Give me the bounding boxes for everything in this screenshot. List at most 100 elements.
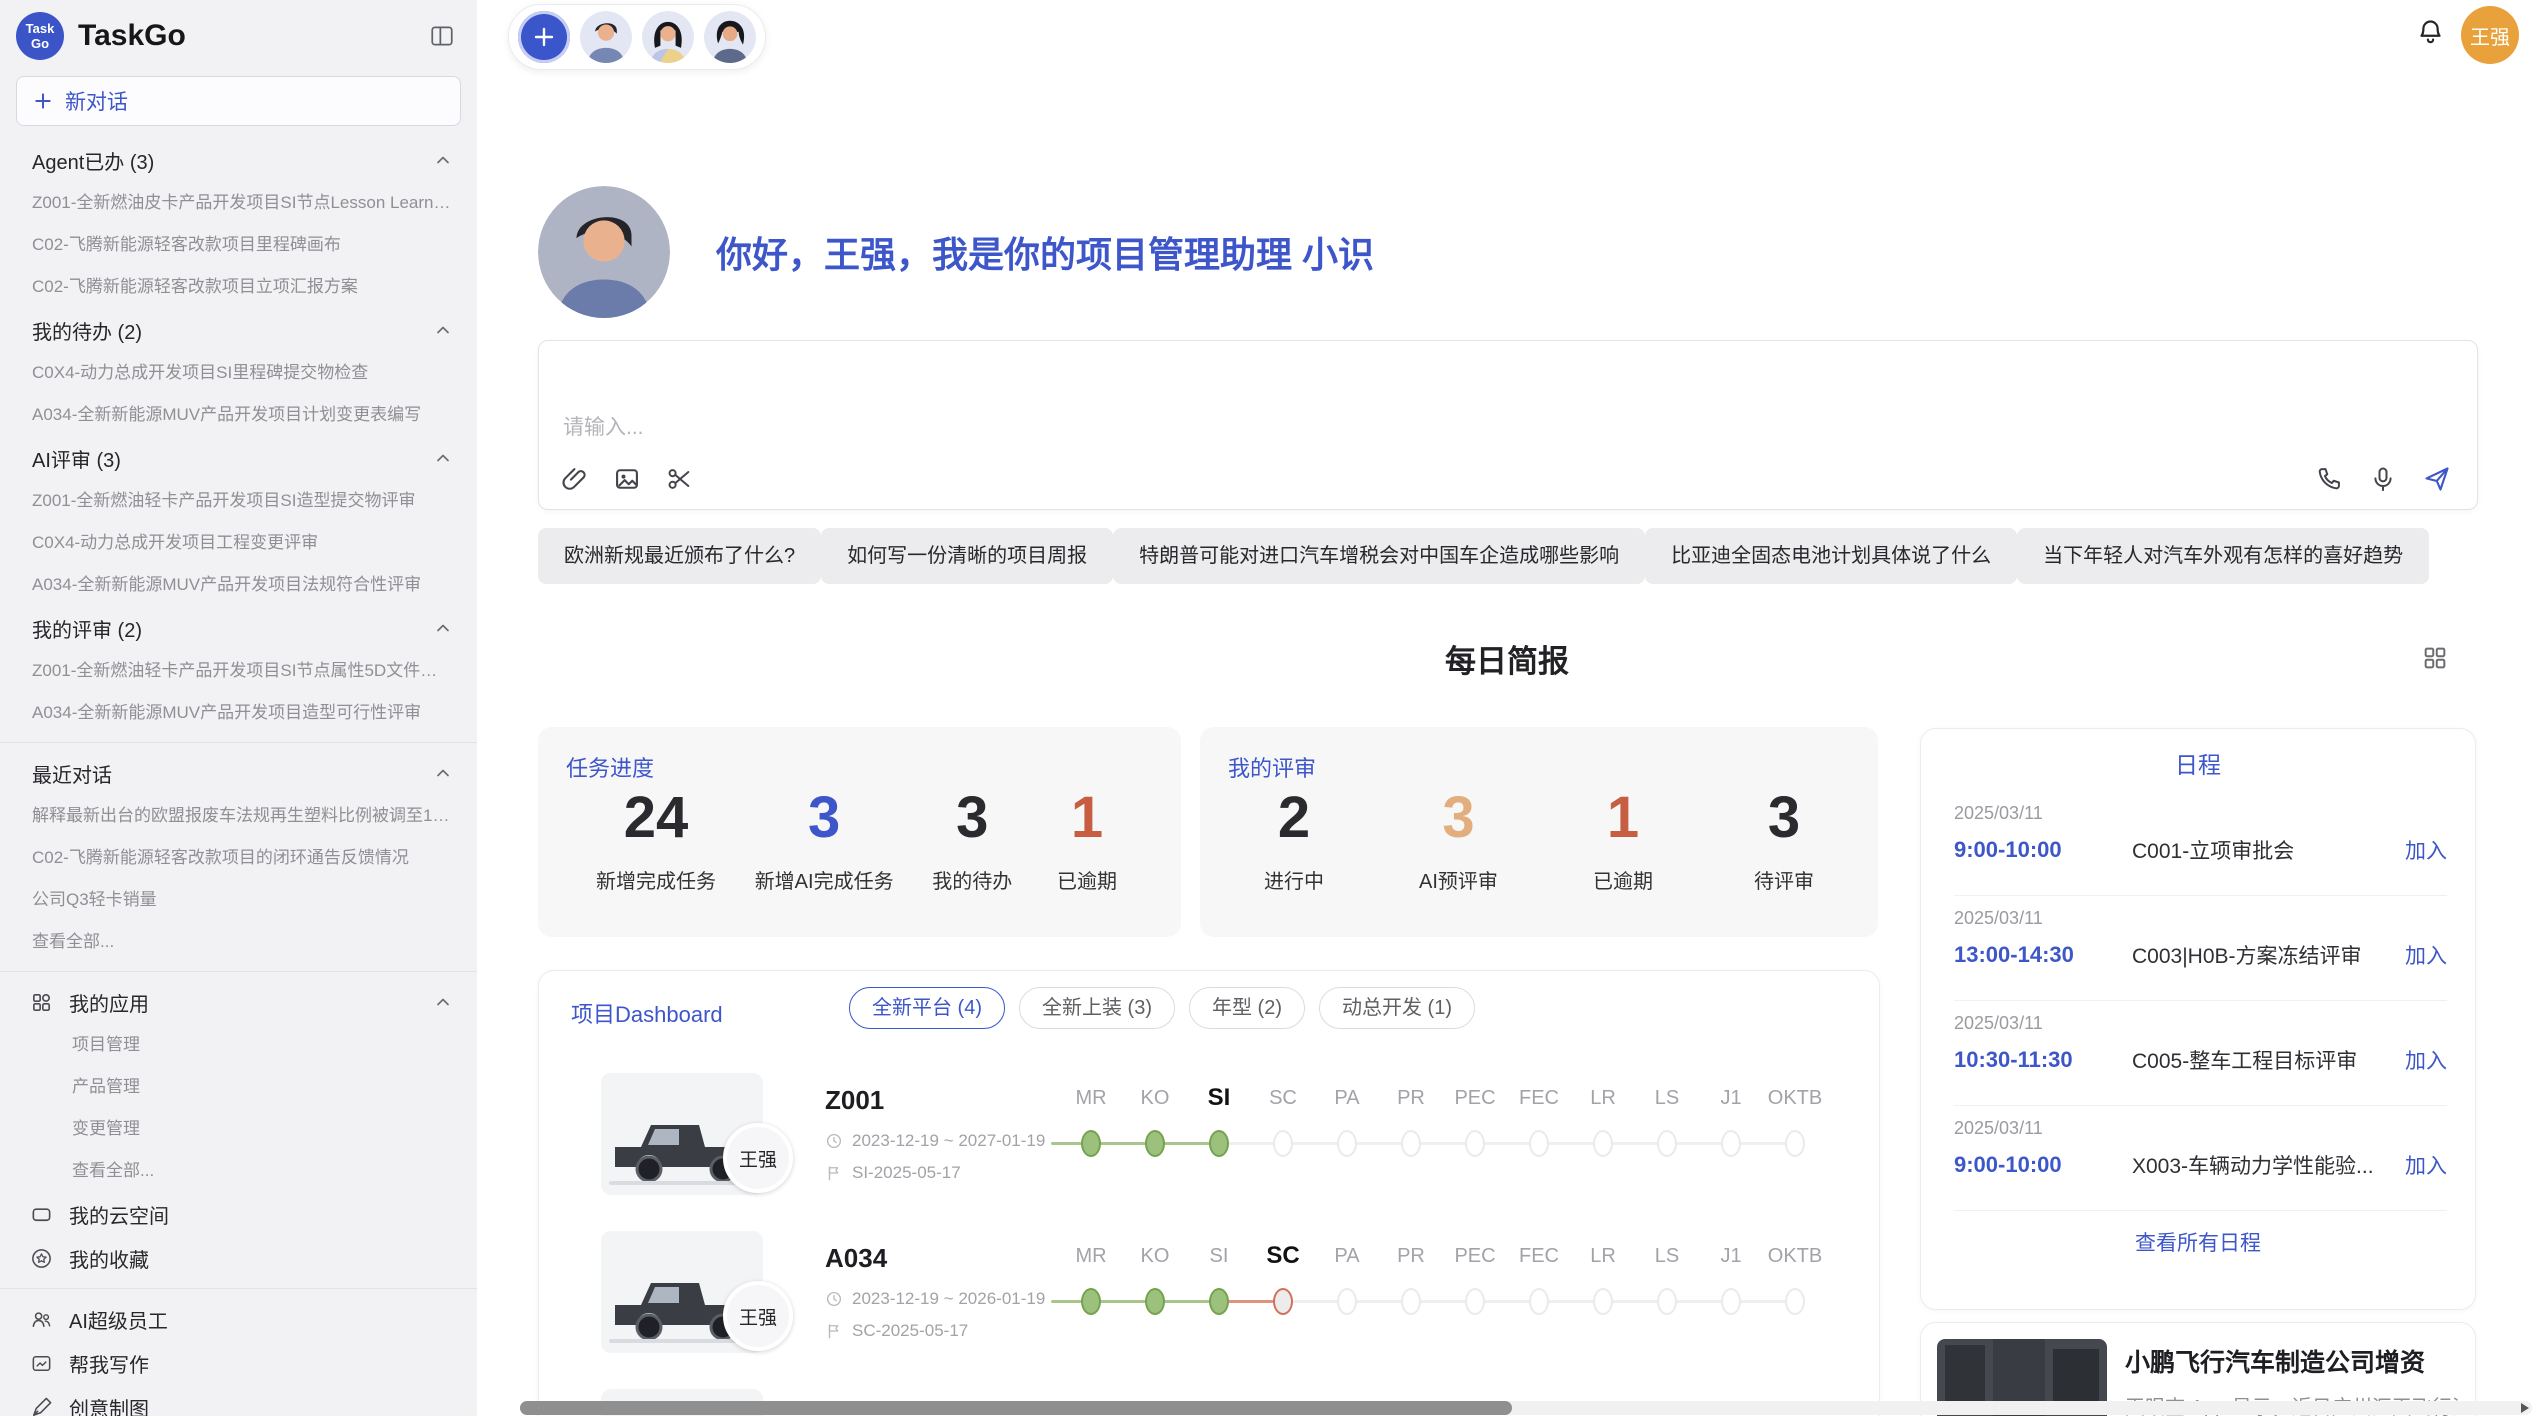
app-title: TaskGo <box>78 19 429 53</box>
sidebar-section-header[interactable]: Agent已办 (3) <box>0 138 477 182</box>
sidebar-task-item[interactable]: Z001-全新燃油皮卡产品开发项目SI节点Lesson Learn报告 <box>0 182 477 224</box>
milestone-dot-FEC[interactable] <box>1529 1130 1549 1157</box>
recent-chat-item[interactable]: C02-飞腾新能源轻客改款项目的闭环通告反馈情况 <box>0 837 477 879</box>
schedule-item[interactable]: 2025/03/11 9:00-10:00 C001-立项审批会 加入 <box>1954 791 2447 896</box>
dashboard-filter-pill[interactable]: 全新上装 (3) <box>1019 987 1175 1029</box>
milestone-label: PA <box>1312 1081 1382 1115</box>
milestone-dot-LS[interactable] <box>1657 1130 1677 1157</box>
milestone-dot-OKTB[interactable] <box>1785 1130 1805 1157</box>
paperclip-icon[interactable] <box>561 465 589 493</box>
milestone-dot-MR[interactable] <box>1081 1288 1101 1315</box>
sidebar-task-item[interactable]: A034-全新新能源MUV产品开发项目计划变更表编写 <box>0 394 477 436</box>
mic-icon[interactable] <box>2369 465 2397 493</box>
scrollbar-right-arrow[interactable] <box>2521 1403 2529 1413</box>
milestone-dot-SI[interactable] <box>1209 1130 1229 1157</box>
milestone-label: SI <box>1184 1081 1254 1115</box>
milestone-dot-PEC[interactable] <box>1465 1288 1485 1315</box>
project-row[interactable]: 王强 Z001 2023-12-19 ~ 2027-01-19 SI-2025-… <box>539 1073 1879 1231</box>
schedule-item[interactable]: 2025/03/11 10:30-11:30 C005-整车工程目标评审 加入 <box>1954 1001 2447 1106</box>
milestone-dot-PEC[interactable] <box>1465 1130 1485 1157</box>
milestone-dot-LR[interactable] <box>1593 1288 1613 1315</box>
agent-avatar-2[interactable] <box>642 11 694 63</box>
join-link[interactable]: 加入 <box>2405 940 2447 970</box>
sidebar-section-header[interactable]: 我的待办 (2) <box>0 308 477 352</box>
project-owner-badge: 王强 <box>723 1281 793 1351</box>
milestone-dot-PR[interactable] <box>1401 1130 1421 1157</box>
sidebar-task-item[interactable]: C0X4-动力总成开发项目SI里程碑提交物检查 <box>0 352 477 394</box>
scissors-icon[interactable] <box>665 465 693 493</box>
sidebar-item-creative-drawing[interactable]: 创意制图 <box>0 1385 477 1416</box>
sidebar-task-item[interactable]: C02-飞腾新能源轻客改款项目立项汇报方案 <box>0 266 477 308</box>
milestone-dot-LS[interactable] <box>1657 1288 1677 1315</box>
sidebar-item-favorites[interactable]: 我的收藏 <box>0 1236 477 1280</box>
sidebar-item-help-me-write[interactable]: 帮我写作 <box>0 1341 477 1385</box>
app-sub-item[interactable]: 产品管理 <box>0 1066 477 1108</box>
recent-chats-header[interactable]: 最近对话 <box>0 751 477 795</box>
milestone-dot-LR[interactable] <box>1593 1130 1613 1157</box>
chat-input-box[interactable]: 请输入... <box>538 340 2478 510</box>
join-link[interactable]: 加入 <box>2405 1150 2447 1180</box>
phone-icon[interactable] <box>2315 465 2343 493</box>
dashboard-filter-pill[interactable]: 全新平台 (4) <box>849 987 1005 1029</box>
dashboard-filter-pill[interactable]: 年型 (2) <box>1189 987 1305 1029</box>
suggestion-chip[interactable]: 特朗普可能对进口汽车增税会对中国车企造成哪些影响 <box>1113 528 1645 584</box>
stat-label: 已逾期 <box>1587 865 1659 894</box>
sidebar-task-item[interactable]: Z001-全新燃油轻卡产品开发项目SI节点属性5D文件评审 <box>0 650 477 692</box>
sidebar-task-item[interactable]: A034-全新新能源MUV产品开发项目造型可行性评审 <box>0 692 477 734</box>
bell-icon[interactable] <box>2415 17 2446 48</box>
new-chat-button[interactable]: 新对话 <box>16 76 461 126</box>
collapse-sidebar-icon[interactable] <box>429 23 455 49</box>
milestone-dot-SC[interactable] <box>1273 1288 1293 1315</box>
milestone-dot-FEC[interactable] <box>1529 1288 1549 1315</box>
sidebar-item-cloud-space[interactable]: 我的云空间 <box>0 1192 477 1236</box>
suggestion-chip[interactable]: 当下年轻人对汽车外观有怎样的喜好趋势 <box>2017 528 2429 584</box>
recent-view-all[interactable]: 查看全部... <box>0 921 477 963</box>
app-sub-item[interactable]: 变更管理 <box>0 1108 477 1150</box>
image-icon[interactable] <box>613 465 641 493</box>
schedule-item[interactable]: 2025/03/11 13:00-14:30 C003|H0B-方案冻结评审 加… <box>1954 896 2447 1001</box>
milestone-dot-KO[interactable] <box>1145 1130 1165 1157</box>
milestone-dot-MR[interactable] <box>1081 1130 1101 1157</box>
sidebar-item-my-apps[interactable]: 我的应用 <box>0 980 477 1024</box>
agent-avatar-3[interactable] <box>704 11 756 63</box>
project-flag-date: SI-2025-05-17 <box>852 1163 961 1183</box>
milestone-dot-PR[interactable] <box>1401 1288 1421 1315</box>
schedule-view-all[interactable]: 查看所有日程 <box>1921 1227 2475 1257</box>
agent-avatar-1[interactable] <box>580 11 632 63</box>
grid-icon[interactable] <box>2421 644 2449 672</box>
sidebar-task-item[interactable]: Z001-全新燃油轻卡产品开发项目SI造型提交物评审 <box>0 480 477 522</box>
clock-icon <box>825 1132 843 1150</box>
suggestion-chip[interactable]: 如何写一份清晰的项目周报 <box>821 528 1113 584</box>
app-sub-item[interactable]: 项目管理 <box>0 1024 477 1066</box>
milestone-dot-KO[interactable] <box>1145 1288 1165 1315</box>
milestone-dot-SI[interactable] <box>1209 1288 1229 1315</box>
milestone-dot-OKTB[interactable] <box>1785 1288 1805 1315</box>
project-row[interactable]: 王强 A034 2023-12-19 ~ 2026-01-19 SC-2025-… <box>539 1231 1879 1389</box>
suggestion-chip[interactable]: 欧洲新规最近颁布了什么? <box>538 528 821 584</box>
sidebar-section-header[interactable]: 我的评审 (2) <box>0 606 477 650</box>
join-link[interactable]: 加入 <box>2405 1045 2447 1075</box>
suggestion-chip[interactable]: 比亚迪全固态电池计划具体说了什么 <box>1645 528 2017 584</box>
recent-chat-item[interactable]: 公司Q3轻卡销量 <box>0 879 477 921</box>
sidebar-task-item[interactable]: C0X4-动力总成开发项目工程变更评审 <box>0 522 477 564</box>
milestone-dot-J1[interactable] <box>1721 1130 1741 1157</box>
sidebar-task-item[interactable]: C02-飞腾新能源轻客改款项目里程碑画布 <box>0 224 477 266</box>
milestone-dot-PA[interactable] <box>1337 1130 1357 1157</box>
sidebar-item-ai-super-staff[interactable]: AI超级员工 <box>0 1297 477 1341</box>
scrollbar-thumb[interactable] <box>520 1401 1512 1415</box>
horizontal-scrollbar[interactable] <box>520 1401 2532 1415</box>
dashboard-filter-pill[interactable]: 动总开发 (1) <box>1319 987 1475 1029</box>
apps-view-all[interactable]: 查看全部... <box>0 1150 477 1192</box>
sidebar-task-item[interactable]: A034-全新新能源MUV产品开发项目法规符合性评审 <box>0 564 477 606</box>
add-agent-button[interactable] <box>518 11 570 63</box>
milestone-dot-SC[interactable] <box>1273 1130 1293 1157</box>
join-link[interactable]: 加入 <box>2405 835 2447 865</box>
user-avatar[interactable]: 王强 <box>2461 6 2519 64</box>
milestone-dot-PA[interactable] <box>1337 1288 1357 1315</box>
assistant-avatar <box>538 186 670 318</box>
milestone-dot-J1[interactable] <box>1721 1288 1741 1315</box>
send-icon[interactable] <box>2423 465 2451 493</box>
sidebar-section-header[interactable]: AI评审 (3) <box>0 436 477 480</box>
recent-chat-item[interactable]: 解释最新出台的欧盟报废车法规再生塑料比例被调至15%... <box>0 795 477 837</box>
schedule-item[interactable]: 2025/03/11 9:00-10:00 X003-车辆动力学性能验... 加… <box>1954 1106 2447 1211</box>
